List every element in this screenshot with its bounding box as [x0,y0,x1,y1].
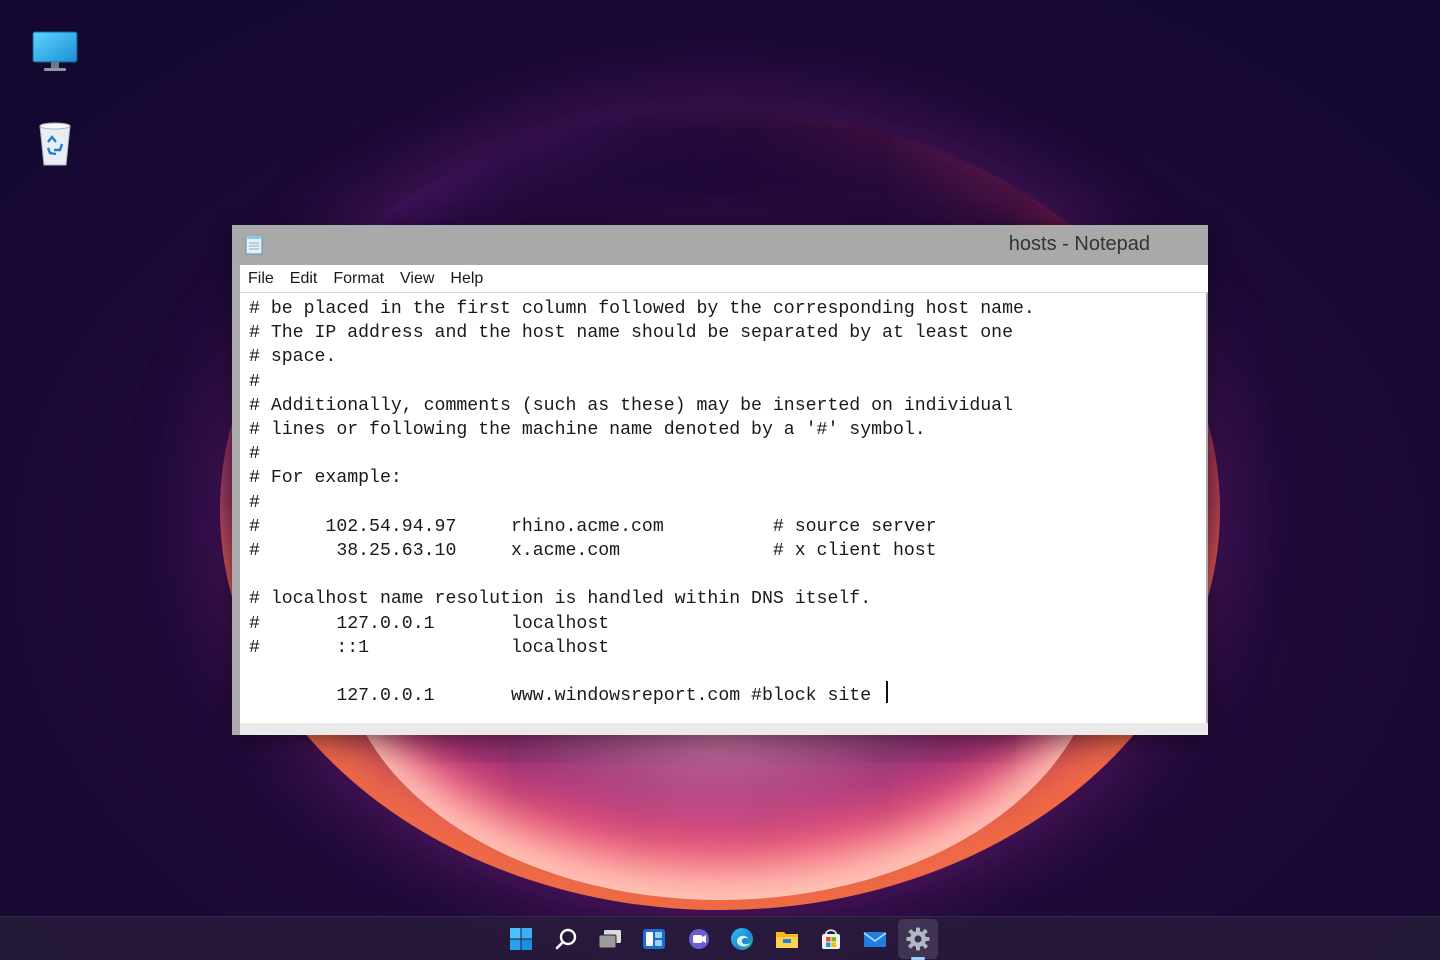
search-icon[interactable] [551,924,581,954]
title-bar[interactable]: hosts - Notepad [232,225,1208,265]
text-caret [886,681,888,703]
taskbar [0,916,1440,960]
window-bottom-edge [240,723,1208,735]
editor-content[interactable]: # be placed in the first column followed… [240,293,1206,708]
text-editor[interactable]: # be placed in the first column followed… [240,293,1206,723]
task-view-icon[interactable] [595,924,625,954]
store-icon[interactable] [816,924,846,954]
menu-help[interactable]: Help [442,270,491,288]
settings-icon[interactable] [903,924,933,954]
edge-icon[interactable] [727,924,757,954]
chat-icon[interactable] [684,924,714,954]
desktop: hosts - Notepad File Edit Format View He… [0,0,1440,960]
start-icon[interactable] [506,924,536,954]
menu-file[interactable]: File [240,270,282,288]
menu-view[interactable]: View [392,270,442,288]
window-title: hosts - Notepad [1008,233,1150,255]
menu-bar: File Edit Format View Help [240,265,1208,293]
recycle-bin-icon[interactable] [30,118,80,168]
notepad-icon [245,235,263,255]
mail-icon[interactable] [860,924,890,954]
file-explorer-icon[interactable] [772,924,802,954]
menu-edit[interactable]: Edit [282,270,326,288]
this-pc-icon[interactable] [30,28,80,78]
widgets-icon[interactable] [639,924,669,954]
menu-format[interactable]: Format [325,270,392,288]
notepad-window[interactable]: hosts - Notepad File Edit Format View He… [232,225,1208,735]
